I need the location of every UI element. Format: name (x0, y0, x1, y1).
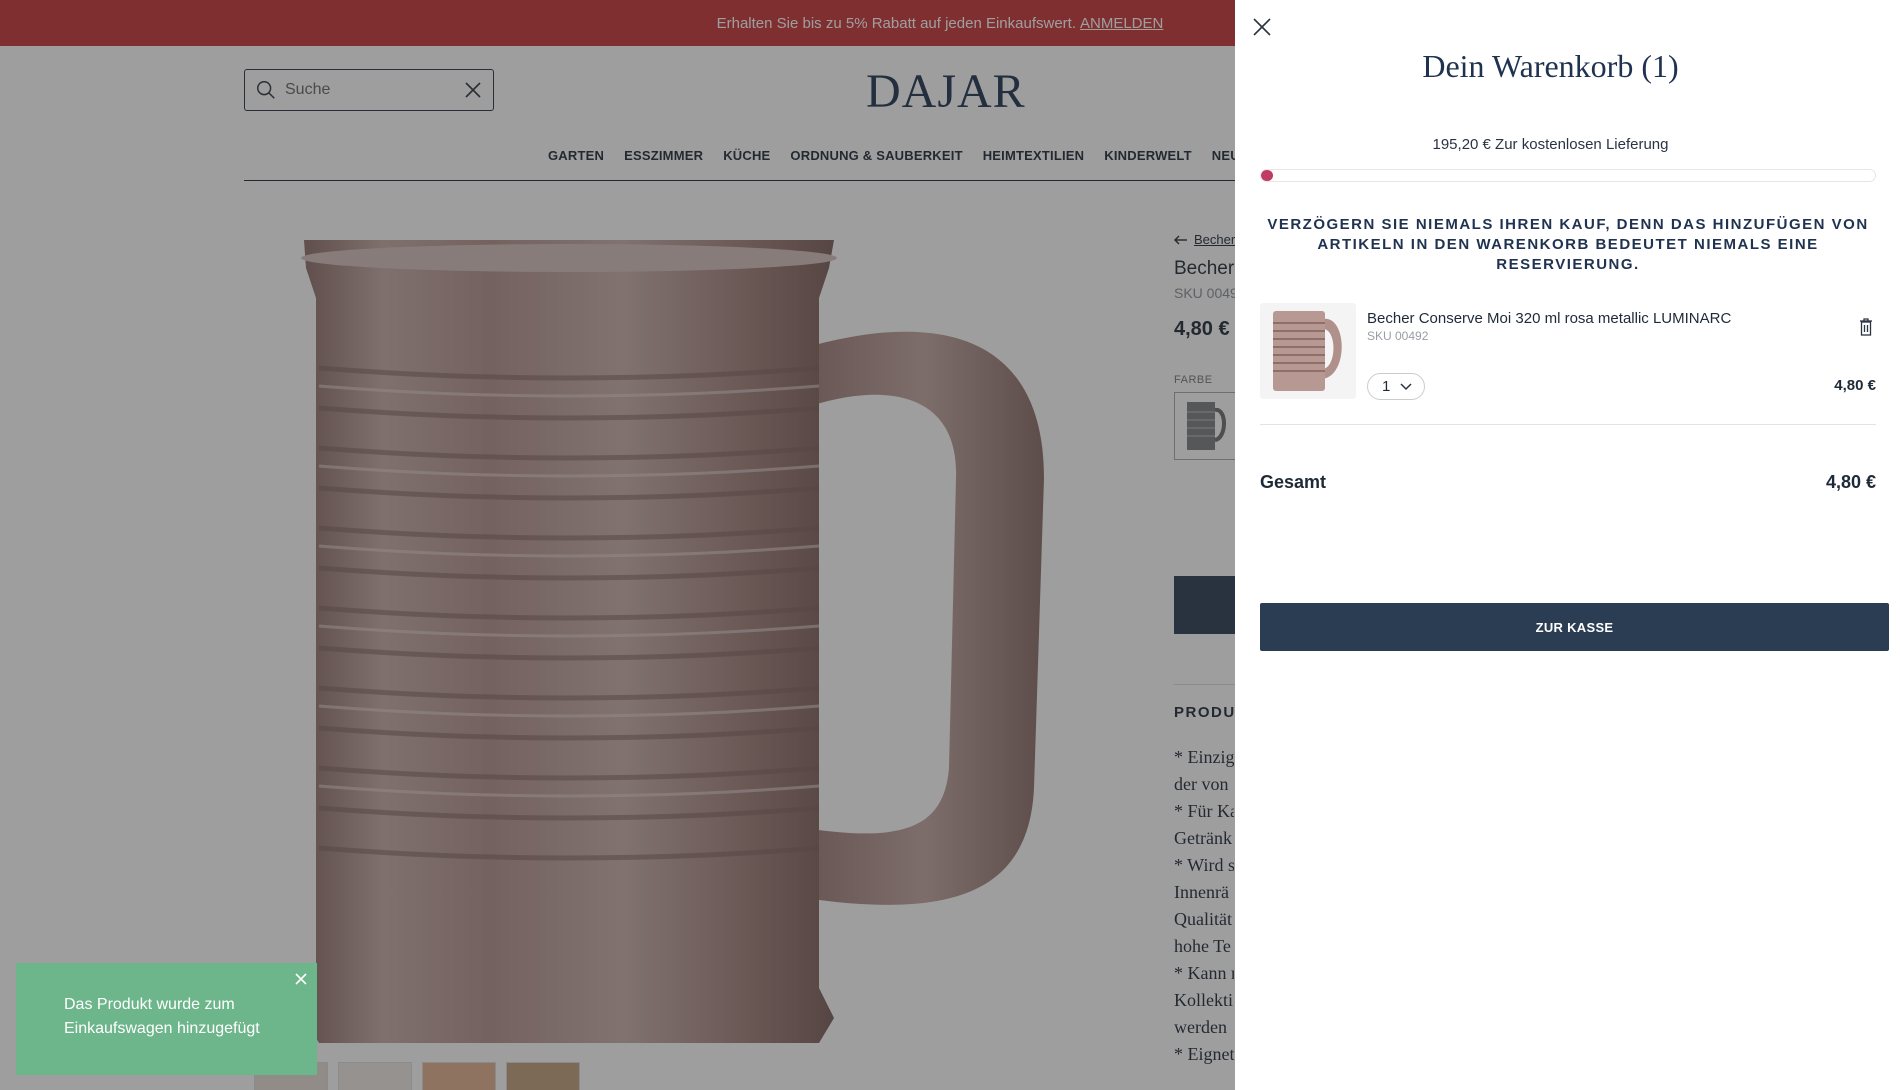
divider (1260, 424, 1876, 425)
chevron-down-icon (1400, 382, 1412, 390)
close-icon[interactable] (293, 971, 309, 987)
cart-title: Dein Warenkorb (1) (1422, 48, 1679, 84)
toast-notification: Das Produkt wurde zum Einkaufswagen hinz… (16, 963, 317, 1075)
reservation-warning: VERZÖGERN SIE NIEMALS IHREN KAUF, DENN D… (1267, 216, 1869, 273)
cart-item-name[interactable]: Becher Conserve Moi 320 ml rosa metallic… (1367, 310, 1731, 327)
toast-message: Das Produkt wurde zum Einkaufswagen hinz… (64, 996, 260, 1037)
free-shipping-progress (1260, 169, 1876, 182)
quantity-select[interactable]: 1 (1367, 373, 1425, 400)
trash-icon[interactable] (1859, 318, 1873, 336)
quantity-value: 1 (1382, 378, 1391, 395)
cart-item-sku: SKU 00492 (1367, 329, 1429, 343)
progress-fill (1261, 170, 1274, 181)
close-icon[interactable] (1252, 17, 1272, 37)
cart-drawer: Dein Warenkorb (1) 195,20 € Zur kostenlo… (1235, 0, 1900, 1090)
cart-item-image[interactable] (1260, 303, 1356, 399)
free-shipping-text: 195,20 € Zur kostenlosen Lieferung (1432, 136, 1669, 153)
cart-item-price: 4,80 € (1834, 377, 1876, 394)
total-value: 4,80 € (1825, 472, 1876, 492)
total-label: Gesamt (1260, 472, 1327, 492)
mug-thumbnail (1273, 311, 1342, 391)
checkout-button[interactable]: ZUR KASSE (1260, 603, 1889, 651)
